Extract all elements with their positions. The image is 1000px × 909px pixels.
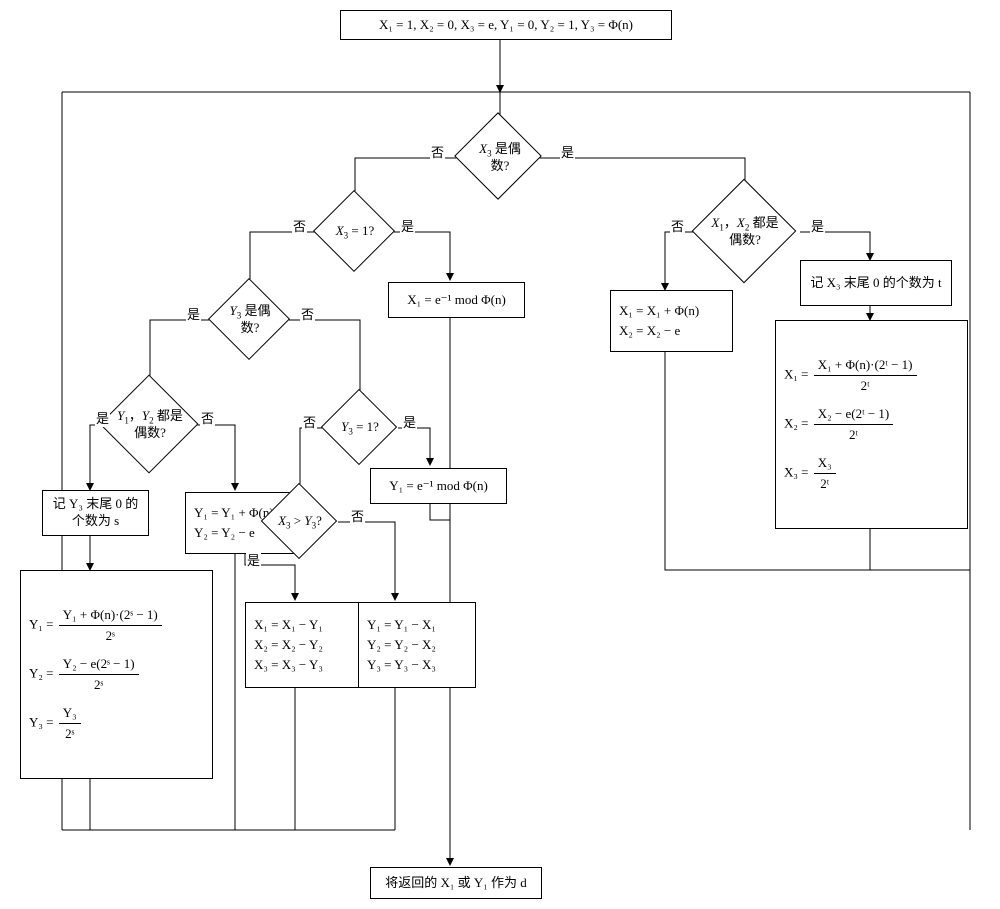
- lbl-no: 否: [430, 142, 445, 161]
- lbl-no: 否: [200, 408, 215, 427]
- x1inv-text: X₁ = e⁻¹ mod Φ(n): [407, 292, 506, 309]
- lbl-yes: 是: [246, 550, 261, 569]
- dec-x3-eq1-label: X3 = 1?: [323, 222, 387, 242]
- count-s-text: 记 Y₃ 末尾 0 的个数为 s: [48, 496, 143, 530]
- box-sub-y: Y₁ = Y₁ − X₁ Y₂ = Y₂ − X₂ Y₃ = Y₃ − X₃: [358, 602, 476, 688]
- dec-x3-gt-y3-label: X3 > Y3?: [266, 512, 334, 532]
- box-shift-s: Y₁ = Y₁ + Φ(n)·(2ˢ − 1)2ˢ Y₂ = Y₂ − e(2ˢ…: [20, 570, 213, 779]
- box-count-s: 记 Y₃ 末尾 0 的个数为 s: [42, 490, 149, 536]
- lbl-yes: 是: [186, 304, 201, 323]
- lbl-no: 否: [350, 506, 365, 525]
- lbl-no: 否: [292, 216, 307, 235]
- l1: X₁ = X₁ − Y₁: [254, 615, 323, 635]
- shiftT-l1: X₁ = X₁ + Φ(n)·(2ᵗ − 1)2ᵗ: [784, 355, 919, 396]
- dec-y1y2-even-label: Y1，Y2 都是偶数?: [104, 409, 196, 441]
- box-sub-x: X₁ = X₁ − Y₁ X₂ = X₂ − Y₂ X₃ = X₃ − Y₃: [245, 602, 363, 688]
- l1: X₁ = X₁ + Φ(n): [619, 301, 699, 321]
- lbl-yes: 是: [95, 408, 110, 427]
- flowchart-canvas: X₁ = 1, X₂ = 0, X₃ = e, Y₁ = 0, Y₂ = 1, …: [0, 0, 1000, 909]
- shiftS-l3: Y₃ = Y₃2ˢ: [29, 703, 83, 744]
- dec-x3-even-label: X3 是偶数?: [465, 143, 535, 173]
- count-t-text: 记 X₃ 末尾 0 的个数为 t: [810, 275, 941, 292]
- return-text: 将返回的 X₁ 或 Y₁ 作为 d: [385, 875, 527, 892]
- l3: X₃ = X₃ − Y₃: [254, 655, 323, 675]
- shiftT-l2: X₂ = X₂ − e(2ᵗ − 1)2ᵗ: [784, 404, 895, 445]
- box-shift-t: X₁ = X₁ + Φ(n)·(2ᵗ − 1)2ᵗ X₂ = X₂ − e(2ᵗ…: [775, 320, 968, 529]
- lbl-yes: 是: [402, 412, 417, 431]
- lbl-no: 否: [670, 216, 685, 235]
- l2: X₂ = X₂ − e: [619, 321, 680, 341]
- dec-x1x2-even-label: X1，X2 都是偶数?: [697, 216, 793, 248]
- lbl-no: 否: [302, 412, 317, 431]
- box-return: 将返回的 X₁ 或 Y₁ 作为 d: [370, 867, 542, 899]
- lbl-yes: 是: [400, 216, 415, 235]
- lbl-yes: 是: [560, 142, 575, 161]
- lbl-no: 否: [300, 304, 315, 323]
- shiftS-l1: Y₁ = Y₁ + Φ(n)·(2ˢ − 1)2ˢ: [29, 605, 164, 646]
- lbl-yes: 是: [810, 216, 825, 235]
- l2: Y₂ = Y₂ − X₂: [367, 635, 436, 655]
- l2: X₂ = X₂ − Y₂: [254, 635, 323, 655]
- box-x1x2-adjust: X₁ = X₁ + Φ(n) X₂ = X₂ − e: [610, 290, 733, 352]
- l3: Y₃ = Y₃ − X₃: [367, 655, 436, 675]
- dec-y3-even-label: Y3 是偶数?: [216, 306, 284, 334]
- init-text: X₁ = 1, X₂ = 0, X₃ = e, Y₁ = 0, Y₂ = 1, …: [379, 17, 633, 34]
- init-box: X₁ = 1, X₂ = 0, X₃ = e, Y₁ = 0, Y₂ = 1, …: [340, 10, 672, 40]
- y1inv-text: Y₁ = e⁻¹ mod Φ(n): [389, 478, 488, 495]
- box-x1-inv: X₁ = e⁻¹ mod Φ(n): [388, 282, 525, 318]
- box-count-t: 记 X₃ 末尾 0 的个数为 t: [800, 260, 952, 306]
- shiftT-l3: X₃ = X₃2ᵗ: [784, 453, 838, 494]
- l2: Y₂ = Y₂ − e: [194, 523, 255, 543]
- dec-y3-eq1-label: Y3 = 1?: [330, 418, 390, 438]
- shiftS-l2: Y₂ = Y₂ − e(2ˢ − 1)2ˢ: [29, 654, 141, 695]
- l1: Y₁ = Y₁ − X₁: [367, 615, 436, 635]
- box-y1-inv: Y₁ = e⁻¹ mod Φ(n): [370, 468, 507, 504]
